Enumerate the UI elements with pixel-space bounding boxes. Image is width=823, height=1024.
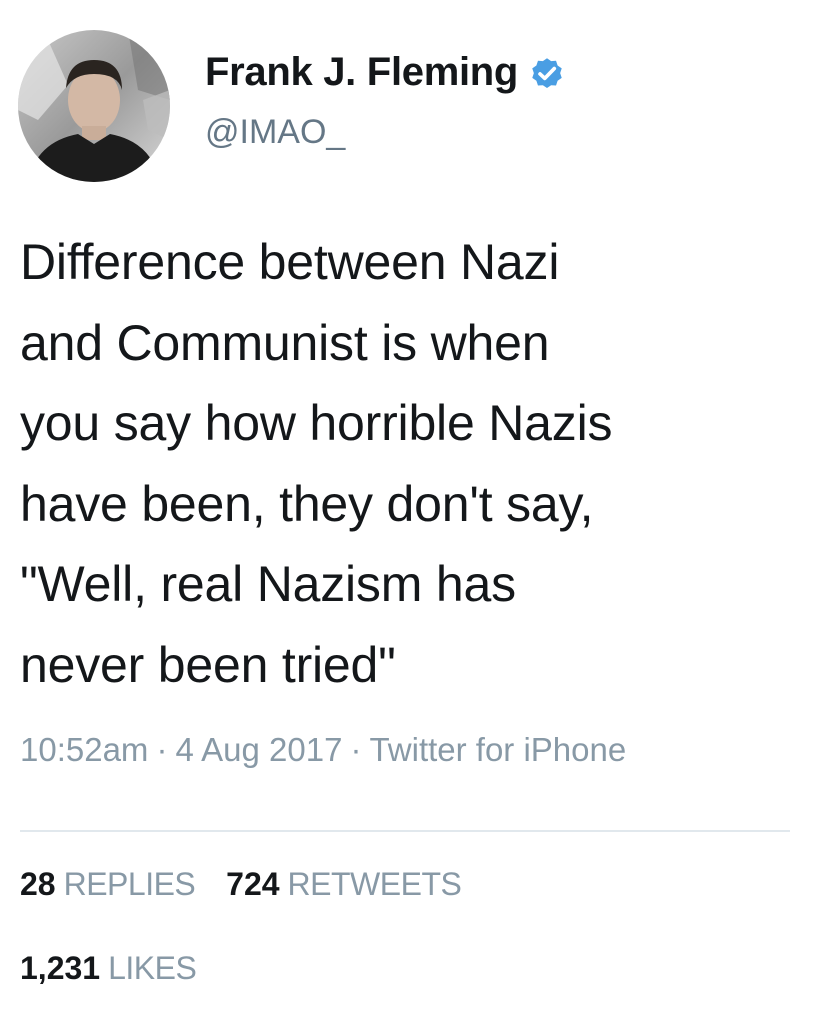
retweets-count: 724 (226, 866, 280, 902)
replies-count: 28 (20, 866, 56, 902)
verified-badge-icon (528, 54, 566, 92)
retweets-label: RETWEETS (287, 866, 462, 902)
meta-separator: · (350, 731, 362, 768)
likes-stat[interactable]: 1,231 LIKES (20, 950, 197, 987)
tweet-text: Difference between Nazi and Communist is… (20, 234, 613, 693)
retweets-stat[interactable]: 724 RETWEETS (226, 866, 462, 903)
tweet-date[interactable]: 4 Aug 2017 (175, 731, 342, 768)
meta-separator: · (156, 731, 168, 768)
tweet-metadata: 10:52am · 4 Aug 2017 · Twitter for iPhone (20, 731, 626, 769)
author-name-row[interactable]: Frank J. Fleming (205, 50, 566, 95)
divider (20, 830, 790, 832)
likes-count: 1,231 (20, 950, 101, 986)
tweet-source[interactable]: Twitter for iPhone (369, 731, 626, 768)
stats-row: 1,231 LIKES (20, 950, 218, 987)
tweet-card: Frank J. Fleming @IMAO_ Difference betwe… (0, 0, 823, 1024)
avatar-photo (18, 30, 170, 182)
stats-row: 28 REPLIES 724 RETWEETS (20, 866, 483, 903)
author-name[interactable]: Frank J. Fleming (205, 50, 518, 95)
avatar[interactable] (18, 30, 170, 182)
replies-label: REPLIES (63, 866, 196, 902)
likes-label: LIKES (108, 950, 197, 986)
author-handle[interactable]: @IMAO_ (205, 113, 345, 152)
replies-stat[interactable]: 28 REPLIES (20, 866, 196, 903)
tweet-time[interactable]: 10:52am (20, 731, 148, 768)
